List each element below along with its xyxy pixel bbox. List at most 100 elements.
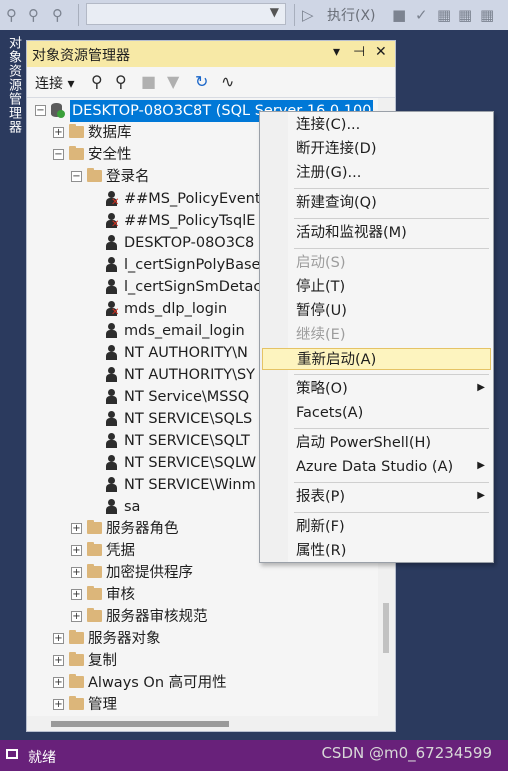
- expand-toggle[interactable]: +: [53, 677, 64, 688]
- menu-item[interactable]: Azure Data Studio (A) ▶: [262, 456, 491, 478]
- expand-toggle[interactable]: +: [71, 611, 82, 622]
- menu-item-label: 启动 PowerShell(H): [296, 435, 432, 451]
- submenu-arrow-icon: ▶: [477, 382, 485, 393]
- database-select[interactable]: ▼: [86, 3, 286, 25]
- menu-item[interactable]: 断开连接(D): [262, 138, 491, 160]
- security-child-node[interactable]: + 加密提供程序: [27, 562, 387, 584]
- expand-toggle[interactable]: +: [71, 589, 82, 600]
- refresh-icon[interactable]: ↻: [195, 72, 208, 91]
- login-icon: [105, 345, 118, 361]
- expand-toggle[interactable]: +: [53, 655, 64, 666]
- collapse-toggle[interactable]: −: [71, 171, 82, 182]
- tree-node-label: mds_dlp_login: [124, 301, 228, 317]
- tree-node-label: NT SERVICE\SQLT: [124, 433, 250, 449]
- expand-toggle[interactable]: +: [71, 545, 82, 556]
- results-text-icon[interactable]: ▦: [458, 6, 472, 24]
- folder-icon: [87, 586, 102, 600]
- server-child-node[interactable]: + 复制: [27, 650, 387, 672]
- expand-toggle[interactable]: +: [71, 567, 82, 578]
- filter-icon[interactable]: ▼: [167, 72, 179, 91]
- tree-node-label: NT SERVICE\SQLW: [124, 455, 257, 471]
- execute-icon[interactable]: ▷: [302, 6, 314, 24]
- tree-node-label: 安全性: [88, 147, 132, 163]
- disconnect-icon[interactable]: ⚲: [115, 72, 127, 91]
- menu-separator: [294, 512, 489, 513]
- server-child-node[interactable]: + Always On 高可用性: [27, 672, 387, 694]
- submenu-arrow-icon: ▶: [477, 460, 485, 471]
- menu-item[interactable]: 暂停(U): [262, 300, 491, 322]
- tree-node-label: l_certSignPolyBase: [124, 257, 261, 273]
- menu-item-label: 属性(R): [296, 543, 347, 559]
- tree-node-label: ##MS_PolicyEvent: [124, 191, 261, 207]
- connect-button[interactable]: 连接 ▾: [35, 73, 74, 93]
- menu-separator: [294, 482, 489, 483]
- login-icon: [105, 279, 118, 295]
- horizontal-scrollbar[interactable]: [27, 716, 395, 731]
- menu-item[interactable]: 策略(O) ▶: [262, 378, 491, 400]
- security-child-node[interactable]: + 服务器审核规范: [27, 606, 387, 628]
- activity-monitor-icon[interactable]: ∿: [221, 72, 234, 91]
- panel-menu-icon[interactable]: ▾: [333, 44, 340, 60]
- results-grid-icon[interactable]: ▦: [437, 6, 451, 24]
- connect-label: 连接: [35, 76, 63, 92]
- expand-toggle[interactable]: +: [53, 699, 64, 710]
- stop-icon[interactable]: ■: [392, 6, 406, 24]
- collapse-toggle[interactable]: −: [53, 149, 64, 160]
- execute-button[interactable]: 执行(X): [327, 5, 376, 25]
- tree-node-label: 服务器角色: [106, 521, 179, 537]
- scroll-thumb[interactable]: [383, 603, 389, 653]
- disabled-login-icon: ✕: [105, 301, 119, 318]
- menu-item-label: Facets(A): [296, 405, 364, 421]
- menu-item[interactable]: 连接(C)...: [262, 114, 491, 136]
- scroll-thumb[interactable]: [51, 721, 229, 727]
- menu-item[interactable]: 启动 PowerShell(H): [262, 432, 491, 454]
- parse-icon[interactable]: ✓: [415, 6, 428, 24]
- tree-node-label: 服务器对象: [88, 631, 161, 647]
- menu-item[interactable]: 重新启动(A): [262, 348, 491, 370]
- menu-item[interactable]: 新建查询(Q): [262, 192, 491, 214]
- menu-item[interactable]: 报表(P) ▶: [262, 486, 491, 508]
- expand-toggle[interactable]: +: [71, 523, 82, 534]
- menu-item[interactable]: Facets(A): [262, 402, 491, 424]
- stop-icon[interactable]: ■: [141, 72, 156, 91]
- menu-item[interactable]: 活动和监视器(M): [262, 222, 491, 244]
- close-icon[interactable]: ✕: [375, 44, 387, 60]
- collapse-toggle[interactable]: −: [35, 105, 46, 116]
- watermark: CSDN @m0_67234599: [321, 744, 492, 762]
- database-filter-icon[interactable]: ⚲: [52, 6, 63, 24]
- folder-icon: [69, 124, 84, 138]
- tree-node-label: mds_email_login: [124, 323, 245, 339]
- change-connection-icon[interactable]: ⚲: [28, 6, 39, 24]
- login-icon: [105, 389, 118, 405]
- menu-item-label: 报表(P): [296, 489, 346, 505]
- disabled-login-icon: ✕: [105, 213, 119, 230]
- pin-icon[interactable]: ⊣: [353, 44, 365, 60]
- expand-toggle[interactable]: +: [53, 127, 64, 138]
- connect-icon[interactable]: ⚲: [6, 6, 17, 24]
- menu-item[interactable]: 注册(G)...: [262, 162, 491, 184]
- menu-item[interactable]: 停止(T): [262, 276, 491, 298]
- menu-item[interactable]: 属性(R): [262, 540, 491, 562]
- chevron-down-icon: ▼: [269, 5, 279, 19]
- toolbar-separator: [294, 4, 295, 26]
- tree-node-label: sa: [124, 499, 141, 515]
- results-file-icon[interactable]: ▦: [480, 6, 494, 24]
- security-child-node[interactable]: + 审核: [27, 584, 387, 606]
- login-icon: [105, 323, 118, 339]
- menu-item-label: 注册(G)...: [296, 165, 362, 181]
- menu-item-label: 停止(T): [296, 279, 346, 295]
- folder-icon: [87, 608, 102, 622]
- login-icon: [105, 367, 118, 383]
- menu-item-label: 启动(S): [296, 255, 346, 271]
- server-child-node[interactable]: + 管理: [27, 694, 387, 716]
- menu-item[interactable]: 刷新(F): [262, 516, 491, 538]
- expand-toggle[interactable]: +: [53, 633, 64, 644]
- object-explorer-side-tab[interactable]: 对象资源管理器: [0, 30, 24, 740]
- server-child-node[interactable]: + 服务器对象: [27, 628, 387, 650]
- menu-separator: [294, 248, 489, 249]
- folder-icon: [87, 542, 102, 556]
- menu-item: 启动(S): [262, 252, 491, 274]
- connect-plug-icon[interactable]: ⚲: [91, 72, 103, 91]
- menu-item-label: 活动和监视器(M): [296, 225, 407, 241]
- panel-title-bar: 对象资源管理器 ▾ ⊣ ✕: [27, 41, 395, 67]
